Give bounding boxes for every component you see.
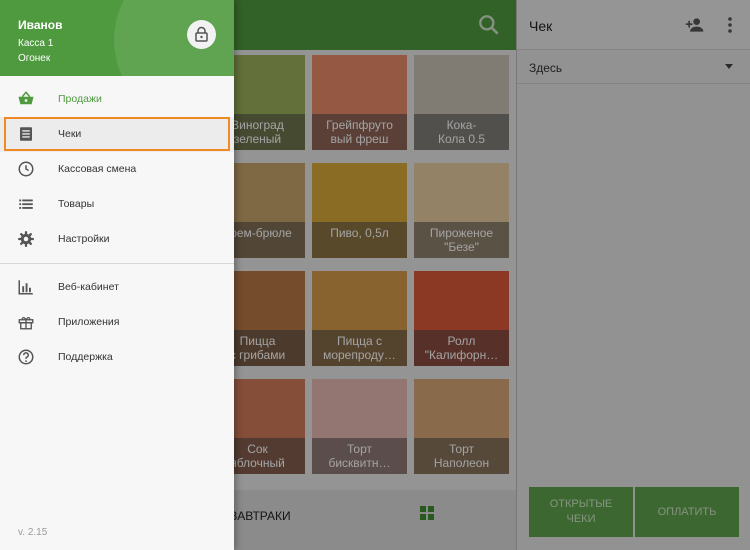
menu-item-label: Товары — [58, 198, 95, 210]
user-name: Иванов — [18, 18, 63, 32]
gear-icon — [18, 231, 34, 247]
menu-item-web-cabinet[interactable]: Веб-кабинет — [0, 270, 234, 305]
app-version: v. 2.15 — [18, 527, 48, 538]
list-icon — [19, 199, 33, 209]
selection-highlight — [4, 117, 230, 151]
clock-icon — [18, 161, 34, 177]
register-name: Касса 1 — [18, 38, 54, 49]
menu-item-apps[interactable]: Приложения — [0, 305, 234, 340]
menu-item-label: Настройки — [58, 233, 110, 245]
lock-button[interactable] — [187, 20, 216, 49]
gift-icon — [18, 317, 34, 330]
menu-item-label: Поддержка — [58, 351, 113, 363]
lock-icon — [195, 26, 208, 42]
menu-item-label: Кассовая смена — [58, 163, 137, 175]
menu-item-shift[interactable]: Кассовая смена — [0, 152, 234, 187]
menu-item-sales[interactable]: Продажи — [0, 82, 234, 117]
menu-item-label: Продажи — [58, 93, 102, 105]
menu-item-support[interactable]: Поддержка — [0, 340, 234, 375]
basket-icon — [18, 91, 34, 105]
shop-name: Огонек — [18, 53, 51, 64]
drawer-header: Иванов Касса 1 Огонек — [0, 0, 234, 76]
menu-item-label: Приложения — [58, 316, 120, 328]
menu-divider — [0, 263, 234, 264]
chart-icon — [18, 280, 33, 295]
help-icon — [18, 349, 34, 365]
navigation-drawer: Иванов Касса 1 Огонек Продажи Чеки Кассо… — [0, 0, 234, 550]
menu-item-label: Веб-кабинет — [58, 281, 119, 293]
menu-item-goods[interactable]: Товары — [0, 187, 234, 222]
menu-item-settings[interactable]: Настройки — [0, 222, 234, 257]
